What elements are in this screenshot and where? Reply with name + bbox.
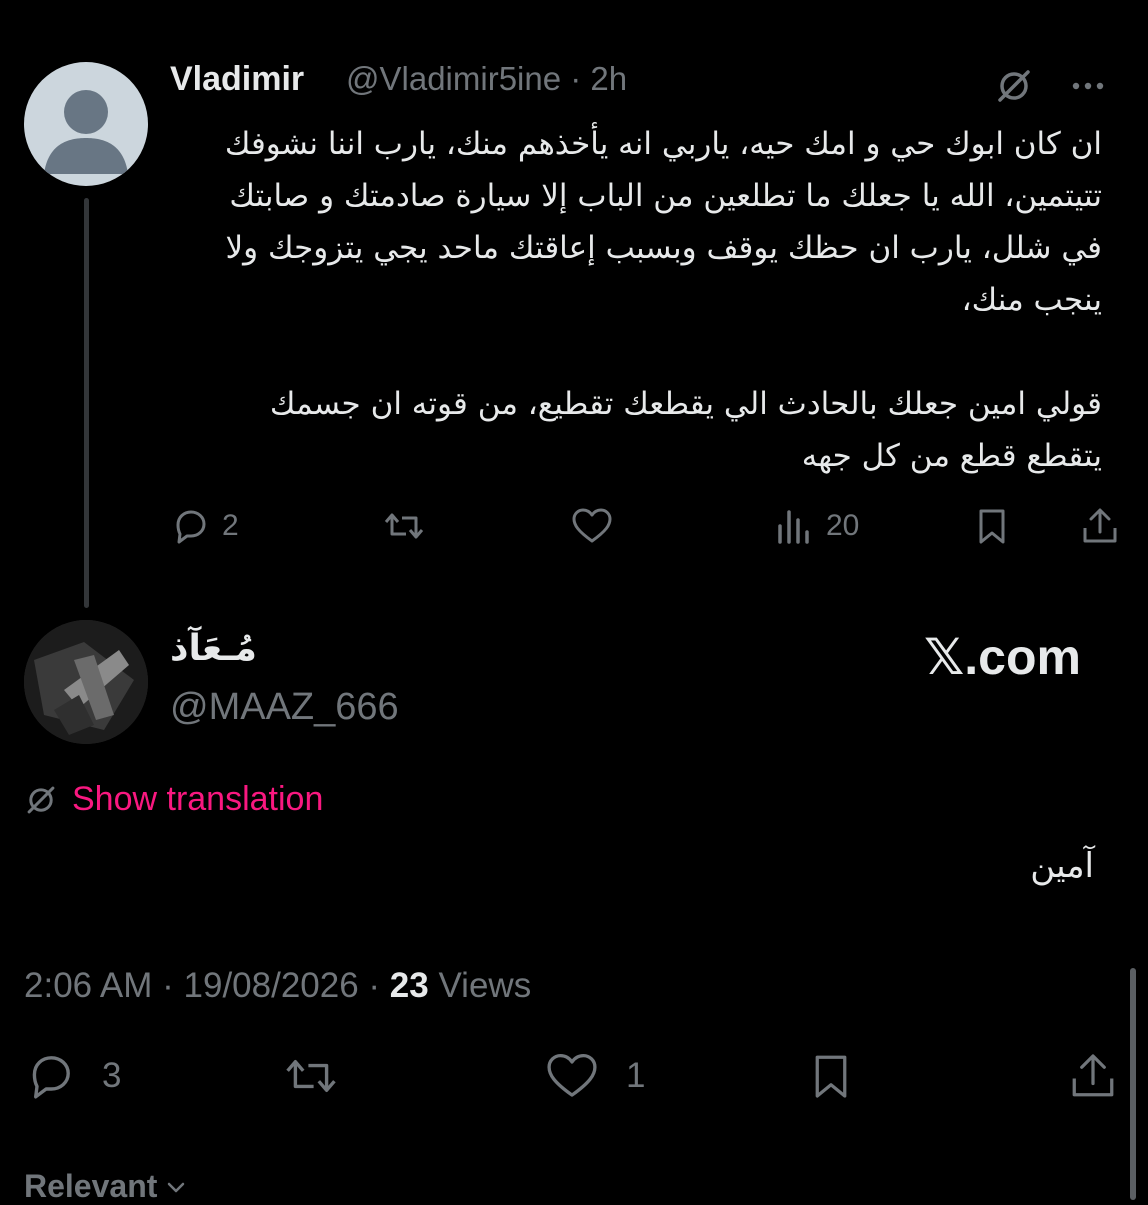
share-button-2[interactable] xyxy=(1068,1050,1118,1102)
share-icon xyxy=(1083,508,1117,543)
tweet-text: ان كان ابوك حي و امك حيه، ياربي انه يأخذ… xyxy=(224,126,1102,474)
retweet-icon xyxy=(384,513,424,539)
reply-count: 2 xyxy=(222,509,239,542)
reply-handle[interactable]: @MAAZ_666 xyxy=(170,686,399,729)
sort-label: Relevant xyxy=(24,1168,158,1204)
views-button[interactable]: 20 xyxy=(774,506,859,546)
reply-actions: 3 1 xyxy=(24,1050,1124,1110)
bookmark-icon xyxy=(979,509,1005,544)
profile-photo-icon xyxy=(24,620,148,744)
avatar-maaz[interactable] xyxy=(24,620,148,744)
like-button[interactable] xyxy=(570,506,626,546)
avatar-vladimir[interactable] xyxy=(24,62,148,186)
views-number: 23 xyxy=(389,966,429,1005)
tweet-actions: 2 20 xyxy=(170,506,1130,556)
bookmark-button-2[interactable] xyxy=(806,1050,856,1102)
reply-button[interactable]: 2 xyxy=(170,506,239,546)
reply-button-2[interactable]: 3 xyxy=(24,1050,121,1102)
display-name[interactable]: Vladimir xyxy=(170,60,304,99)
like-icon xyxy=(547,1053,597,1097)
default-avatar-icon xyxy=(44,90,128,174)
thread-line xyxy=(84,198,89,608)
translate-icon xyxy=(27,786,55,813)
show-translation-link[interactable]: Show translation xyxy=(24,780,323,819)
share-button[interactable] xyxy=(1080,506,1120,546)
views-icon xyxy=(778,510,809,544)
scrollbar[interactable] xyxy=(1130,968,1136,1200)
retweet-button[interactable] xyxy=(382,506,438,546)
reply-icon xyxy=(32,1056,70,1099)
sort-relevant-dropdown[interactable]: Relevant xyxy=(24,1168,187,1205)
x-watermark: 𝕏.com xyxy=(924,629,1081,685)
chevron-down-icon xyxy=(168,1182,185,1192)
retweet-icon xyxy=(286,1060,336,1092)
share-icon xyxy=(1072,1054,1114,1097)
reply-icon xyxy=(176,510,206,544)
bookmark-icon xyxy=(815,1055,847,1098)
handle-and-time[interactable]: @Vladimir5ine · 2h xyxy=(346,60,627,98)
more-icon[interactable] xyxy=(1068,66,1108,106)
like-button-2[interactable]: 1 xyxy=(544,1050,645,1102)
views-count: 20 xyxy=(826,509,860,542)
bookmark-button[interactable] xyxy=(972,506,1012,546)
reply-count-2: 3 xyxy=(102,1056,122,1095)
retweet-button-2[interactable] xyxy=(282,1050,352,1102)
views-label: Views xyxy=(428,966,532,1005)
reply-text: آمين xyxy=(1030,846,1094,886)
like-icon xyxy=(572,508,612,543)
reply-display-name[interactable]: مُـعَآذ xyxy=(170,628,257,669)
like-count-2: 1 xyxy=(626,1056,646,1095)
timestamp[interactable]: 2:06 AM · 19/08/2026 · xyxy=(24,966,390,1005)
tweet-meta: 2:06 AM · 19/08/2026 · 23 Views xyxy=(24,966,531,1006)
show-translation-label: Show translation xyxy=(72,780,324,818)
no-translate-icon[interactable] xyxy=(994,66,1034,106)
